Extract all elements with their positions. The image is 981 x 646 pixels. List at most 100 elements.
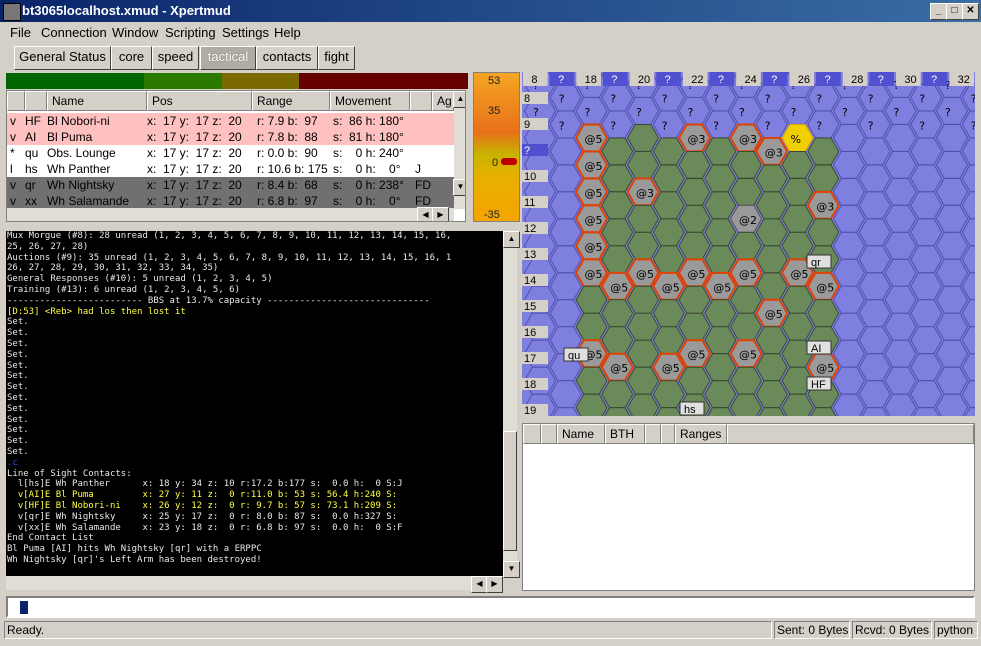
map-hex[interactable] [755, 380, 788, 409]
map-hex[interactable] [935, 151, 969, 179]
map-hex[interactable] [704, 380, 737, 409]
column-header-ag[interactable]: Ag [432, 91, 454, 111]
map-hex[interactable] [729, 97, 763, 125]
map-hex[interactable] [652, 218, 685, 247]
map-hex[interactable] [704, 245, 737, 274]
map-hex[interactable] [704, 137, 737, 166]
map-hex[interactable] [601, 110, 634, 139]
map-hex[interactable] [626, 393, 660, 416]
map-hex[interactable] [575, 312, 608, 341]
map-hex[interactable] [935, 285, 969, 314]
map-hex[interactable] [755, 353, 788, 382]
map-hex[interactable] [884, 312, 917, 341]
map-hex[interactable] [575, 97, 608, 125]
minimize-button[interactable]: _ [930, 3, 947, 20]
map-hex[interactable] [626, 285, 660, 314]
map-hex[interactable] [884, 151, 917, 179]
map-hex[interactable] [910, 326, 943, 355]
map-hex[interactable] [549, 110, 582, 139]
map-hex[interactable] [704, 326, 737, 355]
map-hex[interactable] [858, 326, 891, 355]
map-hex[interactable] [884, 178, 917, 206]
map-hex[interactable] [549, 137, 582, 166]
map-hex[interactable] [807, 299, 840, 328]
map-hex[interactable] [781, 393, 814, 416]
map-hex[interactable] [910, 218, 943, 247]
map-hex[interactable] [729, 312, 763, 341]
map-hex[interactable] [626, 366, 660, 395]
map-hex[interactable] [575, 366, 608, 395]
hex-map[interactable]: ?????? @5 @5 @5 @5 @5 @5 @5?? @5 @5?? @3 @5?? @5 @5??… [522, 72, 975, 416]
map-hex[interactable] [652, 299, 685, 328]
tab-general-status[interactable]: General Status [14, 46, 111, 70]
map-hex[interactable] [781, 312, 814, 341]
map-hex[interactable] [704, 83, 737, 112]
map-hex[interactable] [678, 231, 711, 260]
column-header-id[interactable] [25, 91, 47, 111]
map-hex[interactable] [704, 353, 737, 382]
map-hex[interactable] [858, 110, 891, 139]
console-hscroll[interactable]: ◀ ▶ [6, 576, 503, 593]
map-hex[interactable] [755, 191, 788, 220]
map-hex[interactable] [601, 218, 634, 247]
map-hex[interactable] [935, 366, 969, 395]
map-hex[interactable] [755, 83, 788, 112]
scroll-thumb[interactable] [503, 431, 517, 551]
map-hex[interactable] [884, 258, 917, 287]
contact-row[interactable]: v HF Bl Nobori-ni x: 17 y: 17 z: 20 r: 7.9 b… [7, 113, 454, 129]
map-hex[interactable] [807, 110, 840, 139]
map-hex[interactable] [755, 326, 788, 355]
map-hex[interactable] [832, 231, 866, 260]
menu-help[interactable]: Help [274, 25, 301, 40]
tab-fight[interactable]: fight [318, 46, 355, 70]
command-input[interactable] [6, 596, 975, 618]
map-hex[interactable] [678, 312, 711, 341]
map-hex[interactable] [807, 137, 840, 166]
tactical-map[interactable]: ?????? @5 @5 @5 @5 @5 @5 @5?? @5 @5?? @3 @5?? @5 @5??… [522, 72, 975, 416]
map-hex[interactable] [652, 137, 685, 166]
map-hex[interactable] [858, 164, 891, 193]
map-hex[interactable] [832, 285, 866, 314]
map-hex[interactable] [781, 151, 814, 179]
map-hex[interactable] [549, 218, 582, 247]
scroll-up-button[interactable]: ▲ [503, 231, 520, 248]
map-hex[interactable] [832, 97, 866, 125]
contact-row[interactable]: l hs Wh Panther x: 17 y: 17 z: 20 r: 10.6 b:… [7, 161, 454, 177]
contacts-vscroll[interactable]: ▲ ▼ [453, 91, 465, 209]
tab-core[interactable]: core [111, 46, 152, 70]
map-hex[interactable] [652, 245, 685, 274]
menu-settings[interactable]: Settings [222, 25, 269, 40]
map-hex[interactable] [884, 339, 917, 368]
map-hex[interactable] [935, 231, 969, 260]
contact-row[interactable]: v xx Wh Salamande x: 17 y: 17 z: 20 r: 6.8 b… [7, 193, 454, 209]
map-hex[interactable] [755, 245, 788, 274]
map-hex[interactable] [755, 164, 788, 193]
map-hex[interactable] [652, 110, 685, 139]
column-header-blank[interactable] [661, 424, 675, 444]
map-hex[interactable] [652, 83, 685, 112]
map-hex[interactable] [678, 204, 711, 233]
tab-contacts[interactable]: contacts [256, 46, 318, 70]
map-hex[interactable] [626, 124, 660, 152]
map-hex[interactable] [935, 124, 969, 152]
map-hex[interactable] [755, 218, 788, 247]
map-hex[interactable] [549, 164, 582, 193]
console-vscroll[interactable]: ▲ ▼ [503, 231, 520, 578]
contact-row[interactable]: * qu Obs. Lounge x: 17 y: 17 z: 20 r: 0.0 b:… [7, 145, 454, 161]
menu-window[interactable]: Window [112, 25, 158, 40]
map-hex[interactable] [858, 272, 891, 301]
map-hex[interactable] [832, 312, 866, 341]
map-hex[interactable] [729, 366, 763, 395]
map-hex[interactable] [704, 164, 737, 193]
scroll-down-button[interactable]: ▼ [453, 179, 465, 196]
map-hex[interactable] [910, 353, 943, 382]
map-hex[interactable] [807, 218, 840, 247]
close-button[interactable]: ✕ [962, 3, 979, 20]
map-hex[interactable] [884, 97, 917, 125]
column-header-blank[interactable] [645, 424, 661, 444]
menu-scripting[interactable]: Scripting [165, 25, 216, 40]
column-header-blank[interactable] [541, 424, 557, 444]
map-hex[interactable] [729, 231, 763, 260]
map-hex[interactable] [626, 151, 660, 179]
map-hex[interactable] [704, 110, 737, 139]
